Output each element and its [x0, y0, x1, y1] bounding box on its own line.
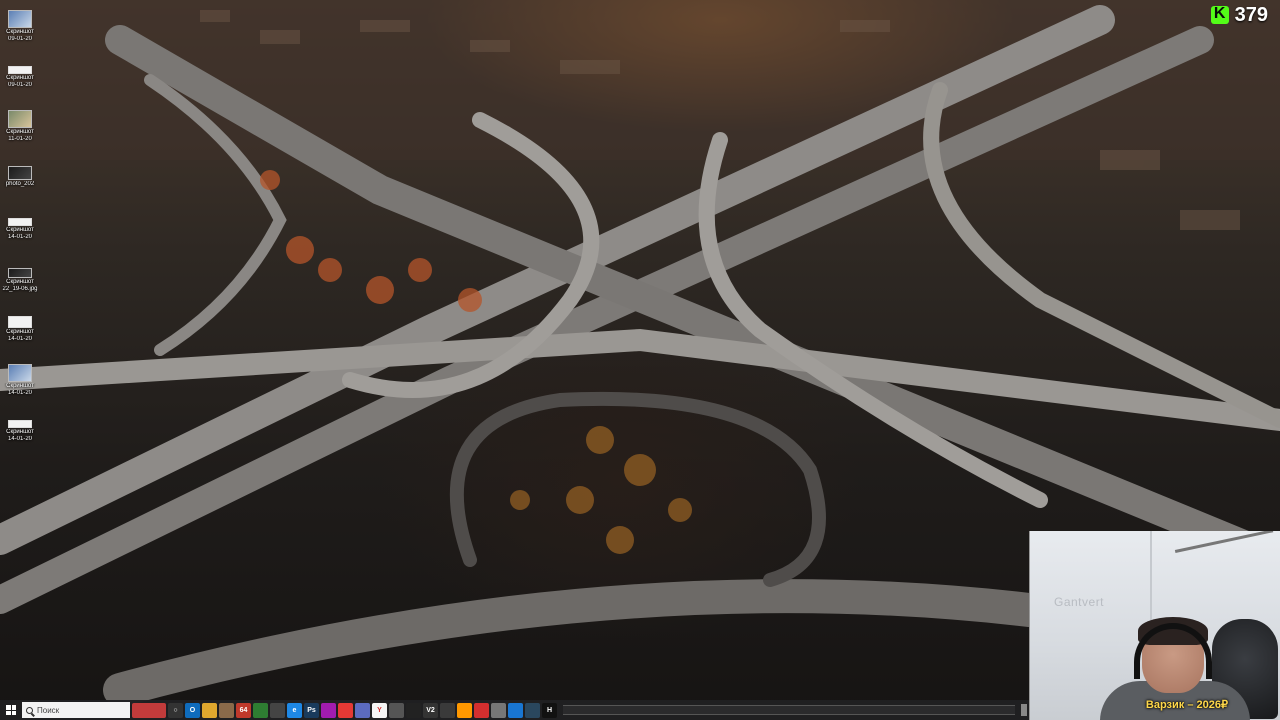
- photoshop-app-icon[interactable]: Ps: [304, 702, 319, 718]
- wall-logo-text: Gantvert: [1054, 595, 1105, 609]
- image-thumbnail-icon: [8, 316, 32, 328]
- h-app-icon[interactable]: H: [542, 702, 557, 718]
- desktop-icon-screenshot[interactable]: Скриншот 14-01-20: [2, 364, 38, 397]
- desktop-icon-screenshot[interactable]: Скриншот 11-01-20: [2, 110, 38, 143]
- search-placeholder: Поиск: [37, 705, 60, 715]
- media-app-icon[interactable]: [321, 702, 336, 718]
- cortana-app-icon[interactable]: ○: [168, 702, 183, 718]
- lamp-arm: [1174, 531, 1280, 609]
- desktop-icon-screenshot[interactable]: Скриншот 14-01-20: [2, 316, 38, 343]
- image-thumbnail-icon: [8, 166, 32, 180]
- image-thumbnail-icon: [8, 110, 32, 128]
- app-64-icon[interactable]: 64: [236, 702, 251, 718]
- blue-app-icon[interactable]: [508, 702, 523, 718]
- folder-app-icon[interactable]: [202, 702, 217, 718]
- v-app-icon[interactable]: V2: [423, 702, 438, 718]
- settings-app-icon[interactable]: [389, 702, 404, 718]
- taskbar: Поиск ○ O 64 e Ps Y V2 H: [0, 700, 1029, 720]
- webcam-overlay: Gantvert Варзик – 2026₽: [1029, 531, 1280, 720]
- taskbar-search-box[interactable]: Поиск: [22, 702, 130, 718]
- tool-app-icon[interactable]: [219, 702, 234, 718]
- docs-app-icon[interactable]: [355, 702, 370, 718]
- ball-app-icon[interactable]: [491, 702, 506, 718]
- steam-app-icon[interactable]: [525, 702, 540, 718]
- orange-app-icon[interactable]: [457, 702, 472, 718]
- obs-app-icon[interactable]: [440, 702, 455, 718]
- image-thumbnail-icon: [8, 10, 32, 28]
- outlook-app-icon[interactable]: O: [185, 702, 200, 718]
- desktop-icon-screenshot[interactable]: Скриншот 09-01-20: [2, 10, 38, 43]
- desktop-icon-screenshot[interactable]: Скриншот 14-01-20: [2, 218, 38, 241]
- desktop-icon-screenshot[interactable]: Скриншот 22_19-06.jpg: [2, 268, 38, 293]
- show-desktop-button[interactable]: [1021, 704, 1027, 716]
- chrome-app-icon[interactable]: [338, 702, 353, 718]
- taskbar-app-list: ○ O 64 e Ps Y V2 H: [132, 702, 557, 718]
- image-thumbnail-icon: [8, 364, 32, 382]
- widget-app-icon[interactable]: [132, 702, 166, 718]
- edge-app-icon[interactable]: e: [287, 702, 302, 718]
- desktop-icon-photo[interactable]: photo_202: [2, 166, 38, 188]
- xbox-app-icon[interactable]: [406, 702, 421, 718]
- image-thumbnail-icon: [8, 218, 32, 226]
- image-thumbnail-icon: [8, 268, 32, 278]
- desktop-icon-screenshot[interactable]: Скриншот 09-01-20: [2, 66, 38, 89]
- desktop-icon-screenshot[interactable]: Скриншот 14-01-20: [2, 420, 38, 443]
- counter-value: 379: [1234, 3, 1268, 26]
- windows-logo-icon: [6, 705, 16, 715]
- terminal-app-icon[interactable]: [253, 702, 268, 718]
- game-app-icon[interactable]: [270, 702, 285, 718]
- kick-logo-icon: [1210, 5, 1229, 24]
- image-thumbnail-icon: [8, 420, 32, 428]
- image-thumbnail-icon: [8, 66, 32, 74]
- donation-caption: Варзик – 2026₽: [1145, 699, 1228, 711]
- donation-counter-widget: 379: [1210, 3, 1268, 27]
- taskbar-progress-track: [563, 705, 1015, 715]
- yandex-app-icon[interactable]: Y: [372, 702, 387, 718]
- record-app-icon[interactable]: [474, 702, 489, 718]
- search-icon: [26, 706, 33, 714]
- start-button[interactable]: [0, 700, 22, 720]
